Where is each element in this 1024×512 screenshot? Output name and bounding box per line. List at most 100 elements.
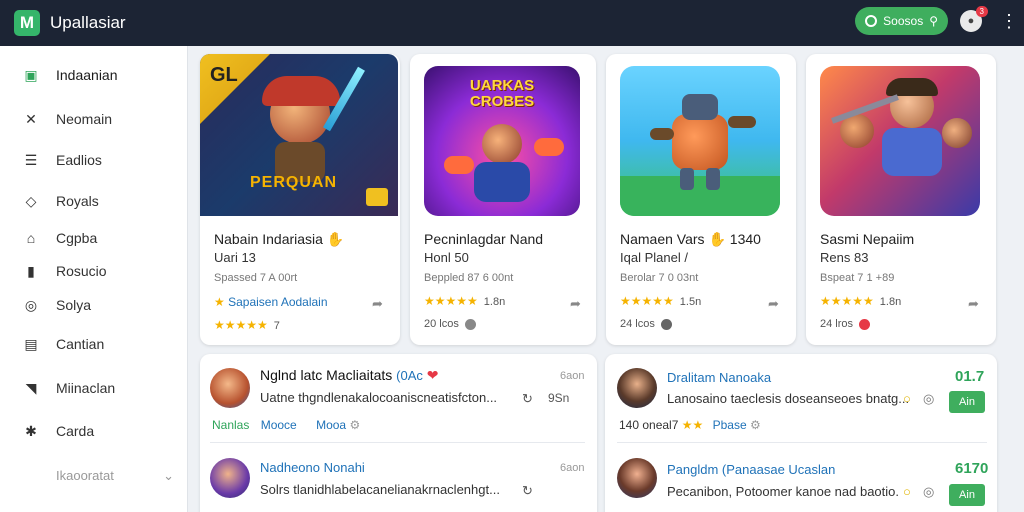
- card-tag[interactable]: ★ Sapaisen Aodalain: [214, 295, 328, 309]
- app-card-2[interactable]: UARKAS CROBES Pecninlagdar Nand Honl 50 …: [410, 54, 596, 345]
- avatar[interactable]: [210, 458, 250, 498]
- card-subtitle: Uari 13: [214, 250, 256, 265]
- list-item-title[interactable]: Nadheono Nonahi: [260, 460, 365, 475]
- list-item-title[interactable]: Dralitam Nanoaka: [667, 370, 771, 385]
- search-icon: ⚲: [929, 14, 938, 28]
- list-item-count: 9Sn: [548, 391, 570, 405]
- top-actions: Soosos ⚲ ● 3 ⋮: [855, 6, 1018, 35]
- share-icon[interactable]: ➦: [372, 296, 383, 312]
- buy-button[interactable]: Ain: [949, 391, 985, 413]
- app-card-3[interactable]: Namaen Vars ✋ 1340 Iqal Planel / Berolar…: [606, 54, 796, 345]
- rating-stars: ★★★★★ 1.8n: [820, 294, 901, 308]
- app-logo[interactable]: M: [14, 10, 40, 36]
- app-card-4[interactable]: Sasmi Nepaiim Rens 83 Bspeat 7 1 +89 ★★★…: [806, 54, 996, 345]
- heart-icon: ❤: [426, 367, 439, 383]
- sidebar-item-9[interactable]: ✱ Carda: [22, 422, 94, 440]
- notification-button[interactable]: ● 3: [960, 6, 988, 32]
- top-bar: M Upallasiar Soosos ⚲ ● 3 ⋮: [0, 0, 1024, 46]
- list-item-desc: Uatne thgndlenakalocoaniscneatisfcton...: [260, 390, 498, 405]
- list-item-title[interactable]: Nglnd latc Macliaitats (0Ac ❤: [260, 367, 439, 384]
- rating-stars: ★★★★★ 1.5n: [620, 294, 701, 308]
- bookmark-icon: ▮: [27, 262, 35, 279]
- sidebar-item-2[interactable]: ☰ Eadlios: [22, 151, 102, 169]
- settings-icon[interactable]: ⚙: [750, 418, 761, 432]
- sidebar-item-3[interactable]: ◇ Royals: [22, 192, 99, 210]
- share-icon[interactable]: ➦: [968, 296, 979, 312]
- chevron-down-icon: ⌄: [163, 468, 174, 483]
- tag-secondary[interactable]: Mooce: [261, 418, 297, 432]
- list-item-title[interactable]: Pangldm (Panaasae Ucaslan: [667, 462, 835, 477]
- stars-text: ★★★★★: [620, 294, 674, 308]
- star-icon: ★★: [681, 418, 704, 432]
- sidebar-item-label: Cantian: [56, 336, 105, 352]
- hand-icon: ✋: [326, 231, 345, 247]
- buy-button[interactable]: Ain: [949, 484, 985, 506]
- sidebar-footer-label: Ikaooratat: [56, 468, 114, 483]
- price: 6170: [955, 460, 989, 477]
- stars-text: ★★★★★: [424, 294, 478, 308]
- card-footer-text: 24 lros: [820, 318, 854, 330]
- tag-tertiary[interactable]: Mooa: [316, 418, 346, 432]
- hand-icon: ✋: [708, 231, 726, 247]
- puzzle-icon: ✱: [25, 422, 37, 439]
- list-item-desc: Solrs tlanidhlabelacanelianakrnaclenhgt.…: [260, 482, 500, 497]
- list-item-meta: 140 oneal7 ★★ Pbase ⚙: [619, 418, 761, 432]
- rating-stars: ★★★★★ 7: [214, 318, 280, 332]
- divider: [617, 442, 987, 443]
- sidebar-footer[interactable]: Ikaooratat ⌄: [56, 468, 174, 484]
- app-card-1[interactable]: GL PERQUAN Nabain Indariasia ✋ Uari 13 S…: [200, 54, 400, 345]
- circle-icon: ◎: [24, 296, 38, 313]
- heart-icon[interactable]: [859, 318, 871, 330]
- rating-stars: ★★★★★ 1.8n: [424, 294, 505, 308]
- rating-value: 7: [273, 320, 280, 332]
- list-item-tags: Nanlas Mooce Mooa ⚙: [212, 418, 360, 432]
- thumb-title: UARKAS CROBES: [469, 77, 535, 110]
- app-thumbnail: UARKAS CROBES: [424, 66, 580, 216]
- card-footer: 24 lros: [820, 318, 871, 330]
- sidebar-item-8[interactable]: ◥ Miinaclan: [22, 379, 116, 397]
- sidebar-item-6[interactable]: ◎ Solya: [22, 296, 91, 314]
- list-item-time: 6aon: [560, 462, 585, 474]
- card-subtitle: Honl 50: [424, 250, 469, 265]
- list-panel-right: Dralitam Nanoaka 01.7 Lanosaino taeclesi…: [605, 354, 997, 512]
- meta-tag[interactable]: Pbase: [713, 418, 747, 432]
- store-icon: ▣: [24, 66, 38, 83]
- reply-icon[interactable]: ↻: [522, 391, 533, 407]
- rating-value: 1.8n: [483, 296, 506, 308]
- info-icon[interactable]: [660, 318, 672, 330]
- sidebar-item-0[interactable]: ▣ Indaanian: [22, 66, 118, 84]
- sidebar-item-7[interactable]: ▤ Cantian: [22, 335, 104, 353]
- sidebar-item-4[interactable]: ⌂ Cgpba: [22, 229, 98, 247]
- card-meta: Berolar 7 0 03nt: [620, 272, 699, 284]
- search-button[interactable]: Soosos ⚲: [855, 7, 948, 35]
- card-tag-text: Sapaisen Aodalain: [228, 295, 328, 309]
- settings-icon[interactable]: ⚙: [349, 418, 360, 432]
- avatar[interactable]: [210, 368, 250, 408]
- kebab-icon[interactable]: ⋮: [1000, 12, 1018, 30]
- sidebar-item-label: Royals: [56, 193, 99, 209]
- share-icon[interactable]: ➦: [768, 296, 779, 312]
- sidebar-item-label: Miinaclan: [56, 380, 116, 396]
- card-title-text: Nabain Indariasia: [214, 231, 323, 247]
- share-icon[interactable]: ➦: [570, 296, 581, 312]
- star-icon: ★: [214, 295, 225, 309]
- card-footer-text: 20 lcos: [424, 318, 459, 330]
- sidebar-item-label: Carda: [56, 423, 95, 439]
- card-footer: 24 lcos: [620, 318, 672, 330]
- list-item-time: 6aon: [560, 370, 585, 382]
- tools-icon: ✕: [25, 110, 37, 127]
- avatar[interactable]: [617, 368, 657, 408]
- sidebar-item-5[interactable]: ▮ Rosucio: [22, 262, 106, 280]
- reply-icon[interactable]: ↻: [522, 483, 533, 499]
- info-icon[interactable]: [464, 318, 476, 330]
- tag-primary[interactable]: Nanlas: [212, 418, 249, 432]
- chat-icon: [865, 15, 878, 27]
- price: 01.7: [955, 368, 985, 385]
- card-title: Nabain Indariasia ✋: [214, 230, 344, 248]
- avatar[interactable]: [617, 458, 657, 498]
- sidebar-item-1[interactable]: ✕ Neomain: [22, 110, 112, 128]
- list-item-desc: Lanosaino taeclesis doseanseoes bnatg...: [667, 391, 910, 406]
- sidebar-item-label: Indaanian: [56, 67, 118, 83]
- sidebar-item-label: Cgpba: [56, 230, 98, 246]
- sidebar-item-label: Neomain: [56, 111, 113, 127]
